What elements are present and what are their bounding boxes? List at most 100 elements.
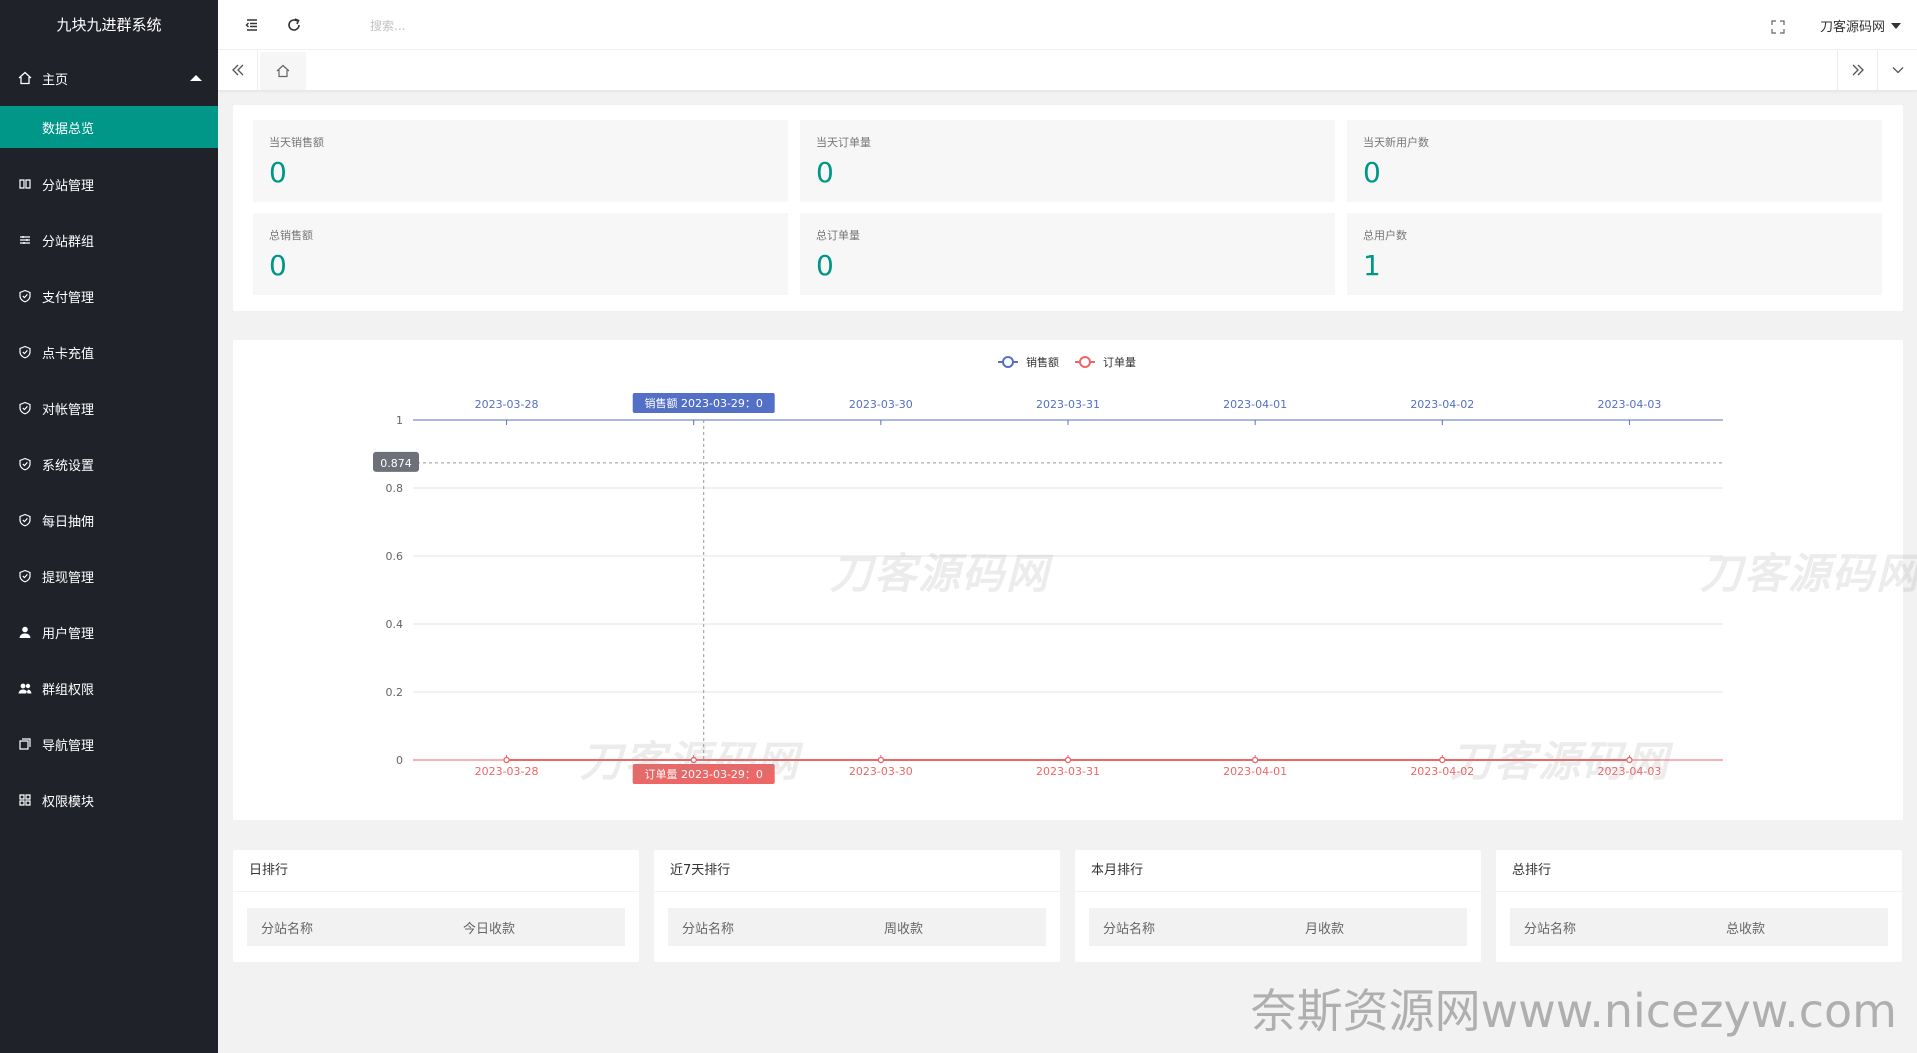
column-header: 周收款 (884, 921, 924, 937)
stat-label: 总订单量 (816, 229, 860, 242)
x-tick-label: 2023-03-30 (849, 398, 913, 411)
stats-panel: 当天销售额 0 当天订单量 0 当天新用户数 0 总销售额 0 总订单量 0 总… (233, 105, 1903, 311)
ranking-title: 日排行 (233, 850, 639, 892)
ranking-table-header: 分站名称 月收款 (1089, 908, 1467, 946)
sidebar-item-10[interactable]: 群组权限 (0, 660, 218, 716)
sliders-icon (18, 233, 32, 247)
ranking-title: 本月排行 (1075, 850, 1481, 892)
y-tick-label: 0 (396, 754, 403, 767)
user-name: 刀客源码网 (1819, 20, 1885, 35)
stat-value: 1 (1363, 249, 1381, 282)
x-tick-label: 2023-04-03 (1597, 398, 1661, 411)
sidebar-item-2[interactable]: 分站群组 (0, 212, 218, 268)
refresh-icon[interactable] (286, 17, 302, 33)
sidebar-item-label: 提现管理 (42, 570, 95, 586)
x-tick-label: 2023-04-01 (1223, 398, 1287, 411)
legend-label: 订单量 (1103, 356, 1136, 369)
data-point (1439, 756, 1446, 764)
stat-label: 总用户数 (1363, 229, 1407, 242)
axis-pointer-top-label: 销售额 2023-03-29：0 (645, 396, 763, 410)
sidebar-item-11[interactable]: 导航管理 (0, 716, 218, 772)
sidebar-item-12[interactable]: 权限模块 (0, 772, 218, 828)
stat-label: 当天订单量 (816, 136, 871, 149)
x-tick-label: 2023-04-03 (1597, 765, 1661, 778)
sidebar-subitem-overview[interactable]: 数据总览 (0, 106, 218, 148)
watermark-site: 奈斯资源网www.nicezyw.com (1250, 984, 1897, 1038)
ranking-table-header: 分站名称 总收款 (1510, 908, 1888, 946)
data-point (503, 756, 510, 764)
double-chevron-right-icon (1852, 64, 1864, 76)
tab-home[interactable] (260, 50, 306, 90)
stat-value: 0 (269, 249, 287, 282)
sidebar-item-home[interactable]: 主页 (0, 50, 218, 106)
x-tick-label: 2023-04-01 (1223, 765, 1287, 778)
stat-card-today-orders: 当天订单量 0 (800, 120, 1335, 202)
stat-label: 当天新用户数 (1363, 136, 1429, 149)
sidebar-item-7[interactable]: 每日抽佣 (0, 492, 218, 548)
x-tick-label: 2023-03-28 (475, 398, 539, 411)
user-menu[interactable]: 刀客源码网 (1820, 16, 1901, 35)
stat-value: 0 (1363, 156, 1381, 189)
stat-card-total-users: 总用户数 1 (1347, 213, 1882, 295)
menu-toggle-icon[interactable] (244, 17, 260, 33)
stat-label: 当天销售额 (269, 136, 324, 149)
x-tick-label: 2023-03-28 (475, 765, 539, 778)
line-chart[interactable]: 销售额 订单量 0 0.2 0.4 0.6 0.8 1 2023-03-28 2023-03-28… (233, 340, 1903, 820)
tab-options-button[interactable] (1877, 50, 1917, 90)
shield-icon (18, 457, 32, 471)
app-title: 九块九进群系统 (56, 16, 162, 34)
stat-value: 0 (269, 156, 287, 189)
data-point (1252, 756, 1259, 764)
stat-card-today-new-users: 当天新用户数 0 (1347, 120, 1882, 202)
x-tick-label: 2023-03-30 (849, 765, 913, 778)
sidebar-item-label: 分站管理 (42, 178, 95, 194)
data-point (1626, 756, 1633, 764)
sidebar-item-label: 系统设置 (42, 458, 95, 474)
sidebar-item-1[interactable]: 分站管理 (0, 156, 218, 212)
column-header: 总收款 (1726, 921, 1766, 937)
sidebar-item-5[interactable]: 对帐管理 (0, 380, 218, 436)
users-icon (18, 681, 32, 695)
sidebar-item-label: 主页 (42, 72, 69, 88)
stat-card-total-sales: 总销售额 0 (253, 213, 788, 295)
ranking-table-header: 分站名称 今日收款 (247, 908, 625, 946)
columns-icon (18, 177, 32, 191)
column-header: 分站名称 (1103, 921, 1156, 937)
axis-pointer-bottom-label: 订单量 2023-03-29：0 (645, 768, 763, 781)
modules-icon (18, 793, 32, 807)
x-tick-label: 2023-03-31 (1036, 765, 1100, 778)
fullscreen-icon[interactable] (1771, 19, 1785, 34)
sidebar-item-label: 点卡充值 (42, 346, 95, 362)
sidebar-item-label: 对帐管理 (42, 402, 95, 418)
search-input[interactable] (368, 14, 588, 38)
column-header: 今日收款 (463, 921, 516, 937)
column-header: 月收款 (1305, 921, 1345, 937)
top-header: 刀客源码网 (218, 0, 1917, 50)
stat-value: 0 (816, 156, 834, 189)
sidebar-item-3[interactable]: 支付管理 (0, 268, 218, 324)
user-icon (18, 625, 32, 639)
ranking-card-weekly: 近7天排行 分站名称 周收款 (654, 850, 1060, 962)
sidebar-item-label: 用户管理 (42, 626, 95, 642)
sidebar-item-label: 群组权限 (42, 682, 95, 698)
nav-icon (18, 737, 32, 751)
x-tick-label: 2023-04-02 (1410, 398, 1474, 411)
tab-scroll-left-button[interactable] (218, 50, 258, 90)
ranking-card-daily: 日排行 分站名称 今日收款 (233, 850, 639, 962)
sidebar-item-6[interactable]: 系统设置 (0, 436, 218, 492)
legend-label: 销售额 (1026, 355, 1059, 369)
home-icon (18, 71, 32, 85)
shield-icon (18, 513, 32, 527)
ranking-title: 总排行 (1496, 850, 1902, 892)
sidebar-item-label: 每日抽佣 (42, 514, 95, 530)
sidebar-item-label: 导航管理 (42, 738, 95, 754)
tab-scroll-right-button[interactable] (1837, 50, 1877, 90)
sidebar-item-label: 权限模块 (42, 794, 95, 810)
sidebar-item-8[interactable]: 提现管理 (0, 548, 218, 604)
caret-down-icon (1891, 22, 1901, 29)
shield-icon (18, 569, 32, 583)
stat-card-today-sales: 当天销售额 0 (253, 120, 788, 202)
y-tick-label: 1 (396, 414, 403, 427)
sidebar-item-4[interactable]: 点卡充值 (0, 324, 218, 380)
sidebar-item-9[interactable]: 用户管理 (0, 604, 218, 660)
